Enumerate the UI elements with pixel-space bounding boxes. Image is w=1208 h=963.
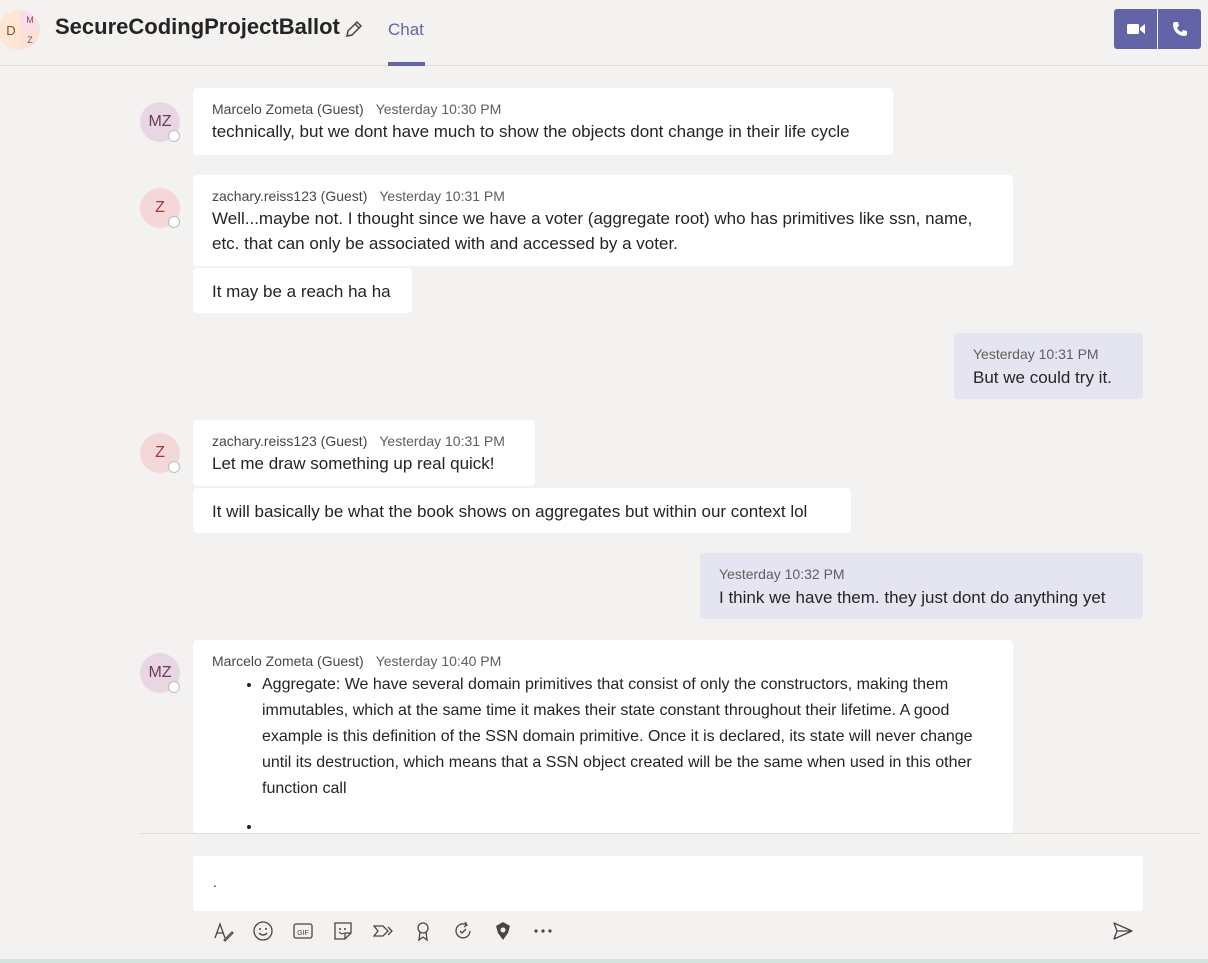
phone-icon: [1172, 22, 1187, 36]
tab-chat[interactable]: Chat: [388, 20, 424, 66]
my-message-bubble[interactable]: Yesterday 10:31 PM But we could try it.: [954, 333, 1143, 399]
message-author: zachary.reiss123 (Guest): [212, 188, 368, 204]
group-avatar-initial-d: D: [0, 10, 20, 50]
gif-icon[interactable]: GIF: [290, 918, 316, 944]
message-bubble[interactable]: It will basically be what the book shows…: [193, 488, 851, 533]
group-avatar[interactable]: D M Z: [0, 10, 40, 50]
presence-status-icon: [168, 130, 180, 142]
message-author: Marcelo Zometa (Guest): [212, 101, 364, 117]
message-timestamp: Yesterday 10:31 PM: [379, 188, 505, 204]
message-text: It may be a reach ha ha: [212, 282, 391, 301]
call-buttons: [1114, 9, 1201, 49]
presence-status-icon: [168, 461, 180, 473]
app-icon[interactable]: [490, 918, 516, 944]
chat-header: D M Z SecureCodingProjectBallot Chat: [0, 0, 1208, 66]
message-bubble[interactable]: It may be a reach ha ha: [193, 268, 412, 313]
message-text: technically, but we dont have much to sh…: [212, 122, 850, 141]
message-bubble[interactable]: zachary.reiss123 (Guest) Yesterday 10:31 …: [193, 420, 535, 486]
chat-title: SecureCodingProjectBallot: [55, 14, 340, 39]
compose-input[interactable]: .: [213, 874, 217, 890]
message-bullet-list: Aggregate: We have several domain primit…: [212, 672, 994, 833]
message-text: Let me draw something up real quick!: [212, 454, 495, 473]
message-timestamp: Yesterday 10:30 PM: [375, 101, 502, 117]
status-bar: [0, 959, 1208, 963]
message-author: Marcelo Zometa (Guest): [212, 653, 364, 669]
audio-call-button[interactable]: [1158, 9, 1201, 49]
praise-icon[interactable]: [410, 918, 436, 944]
more-options-icon[interactable]: [530, 918, 556, 944]
video-call-button[interactable]: [1114, 9, 1157, 49]
group-avatar-initial-z: Z: [20, 30, 40, 50]
svg-text:GIF: GIF: [297, 930, 309, 937]
message-text: But we could try it.: [973, 368, 1112, 387]
message-timestamp: Yesterday 10:40 PM: [375, 653, 502, 669]
presence-status-icon: [168, 216, 180, 228]
message-bubble[interactable]: Marcelo Zometa (Guest) Yesterday 10:40 PM…: [193, 640, 1013, 833]
message-text: Well...maybe not. I thought since we hav…: [212, 209, 973, 253]
format-icon[interactable]: [210, 918, 236, 944]
my-message-bubble[interactable]: Yesterday 10:32 PM I think we have them.…: [700, 553, 1143, 619]
message-timestamp: Yesterday 10:31 PM: [379, 433, 505, 449]
message-timestamp: Yesterday 10:31 PM: [973, 346, 1099, 362]
list-item: [262, 814, 994, 833]
message-text: It will basically be what the book shows…: [212, 502, 808, 521]
video-camera-icon: [1126, 24, 1145, 34]
loop-icon[interactable]: [450, 918, 476, 944]
message-timestamp: Yesterday 10:32 PM: [719, 566, 845, 582]
meet-now-icon[interactable]: [370, 918, 396, 944]
message-bubble[interactable]: Marcelo Zometa (Guest) Yesterday 10:30 PM…: [193, 88, 893, 155]
message-bubble[interactable]: zachary.reiss123 (Guest) Yesterday 10:31 …: [193, 175, 1013, 266]
message-text: I think we have them. they just dont do …: [719, 588, 1106, 607]
presence-status-icon: [168, 681, 180, 693]
list-item: Aggregate: We have several domain primit…: [262, 672, 994, 802]
tab-chat-active-indicator: [388, 62, 425, 66]
group-avatar-initial-m: M: [20, 10, 40, 30]
message-author: zachary.reiss123 (Guest): [212, 433, 368, 449]
emoji-icon[interactable]: [250, 918, 276, 944]
compose-box[interactable]: .: [193, 856, 1143, 911]
compose-divider: [140, 833, 1200, 834]
sticker-icon[interactable]: [330, 918, 356, 944]
send-icon: [1113, 922, 1133, 940]
edit-name-pencil-icon[interactable]: [343, 18, 365, 40]
send-button[interactable]: [1110, 918, 1136, 944]
